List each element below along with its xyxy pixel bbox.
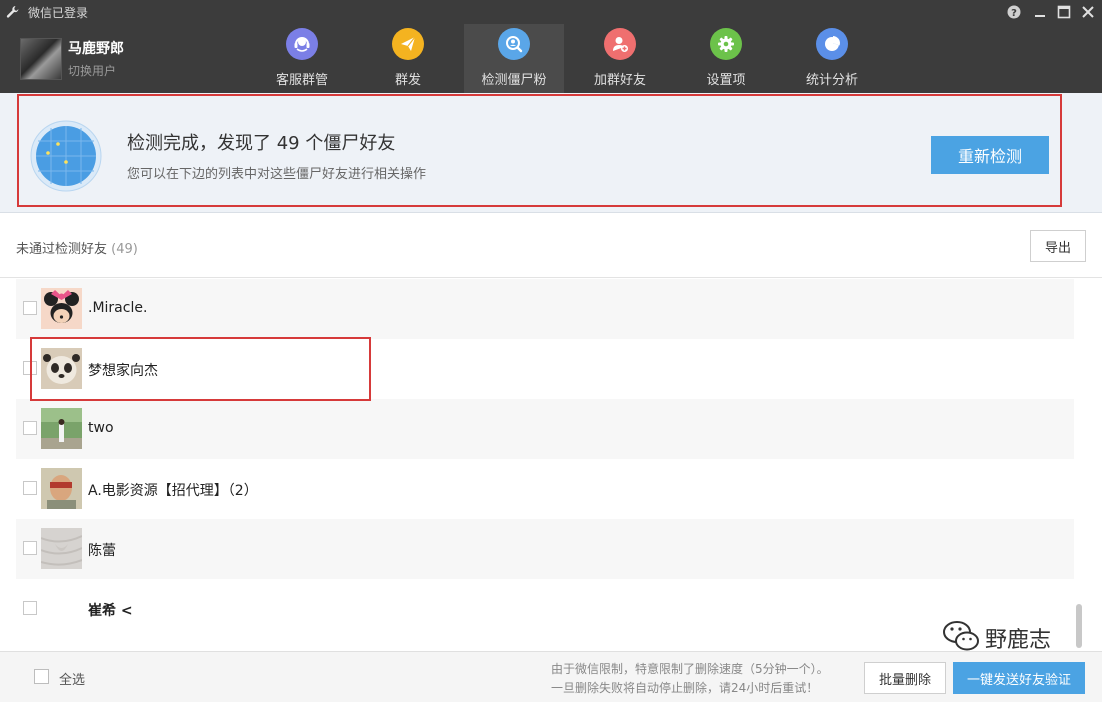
tab-detect-zombie[interactable]: 检测僵尸粉 — [464, 24, 564, 93]
maximize-button[interactable] — [1056, 4, 1072, 20]
paper-plane-icon — [392, 28, 424, 60]
list-count: (49) — [111, 242, 138, 257]
list-item[interactable]: two — [16, 399, 1074, 459]
highlight-frame — [30, 337, 371, 401]
friend-name: 陈蕾 — [88, 543, 116, 559]
row-checkbox[interactable] — [23, 301, 37, 315]
row-checkbox[interactable] — [23, 541, 37, 555]
friend-list[interactable]: .Miracle. 梦想家向杰 two A.电影资源【招代理】（2） 陈蕾 崔希… — [16, 279, 1074, 624]
send-verification-button[interactable]: 一键发送好友验证 — [953, 662, 1085, 694]
tab-statistics[interactable]: 统计分析 — [782, 24, 882, 93]
tab-mass-send[interactable]: 群发 — [358, 24, 458, 93]
current-user: 马鹿野郎 切换用户 — [20, 38, 180, 82]
list-item[interactable]: A.电影资源【招代理】（2） — [16, 459, 1074, 519]
batch-delete-button[interactable]: 批量删除 — [864, 662, 946, 694]
search-user-icon — [498, 28, 530, 60]
svg-text:?: ? — [1011, 8, 1017, 19]
row-checkbox[interactable] — [23, 421, 37, 435]
list-title: 未通过检测好友 (49) — [16, 238, 138, 257]
row-checkbox[interactable] — [23, 601, 37, 615]
tab-label: 检测僵尸粉 — [481, 73, 547, 88]
highlight-frame — [17, 94, 1062, 207]
title-bar: 微信已登录 ? — [0, 0, 1102, 24]
pie-chart-icon — [816, 28, 848, 60]
tab-label: 设置项 — [706, 73, 746, 88]
export-button[interactable]: 导出 — [1030, 230, 1086, 262]
window-title: 微信已登录 — [28, 6, 89, 20]
gear-icon — [710, 28, 742, 60]
maximize-icon — [1057, 5, 1071, 19]
fabric-avatar — [41, 528, 82, 569]
close-icon — [1082, 6, 1094, 18]
tab-add-group-friends[interactable]: 加群好友 — [570, 24, 670, 93]
select-all-label[interactable]: 全选 — [59, 669, 85, 688]
wrench-icon — [6, 6, 19, 18]
tab-label: 加群好友 — [593, 73, 646, 88]
friend-name: 崔希 < — [88, 603, 133, 619]
select-all-checkbox[interactable] — [34, 669, 49, 684]
user-avatar — [20, 38, 62, 80]
minimize-button[interactable] — [1032, 4, 1048, 20]
app-header: 微信已登录 ? 马鹿野郎 切换用户 客服群管 群发 检测僵尸粉 加群好友 设置项… — [0, 0, 1102, 93]
friend-name: A.电影资源【招代理】（2） — [88, 483, 258, 499]
minnie-mouse-avatar — [41, 288, 82, 329]
switch-user-link[interactable]: 切换用户 — [68, 62, 116, 79]
footer-bar: 全选 由于微信限制，特意限制了删除速度（5分钟一个）。 一旦删除失败将自动停止删… — [0, 651, 1102, 702]
list-item[interactable]: 崔希 < — [16, 579, 1074, 624]
help-icon: ? — [1007, 5, 1021, 19]
tab-label: 群发 — [394, 73, 421, 88]
watermark-text: 野鹿志 — [985, 628, 1052, 653]
limit-note: 由于微信限制，特意限制了删除速度（5分钟一个）。 — [551, 662, 829, 676]
tab-label: 客服群管 — [275, 73, 328, 88]
blank-avatar — [41, 588, 82, 624]
outdoor-photo-avatar — [41, 408, 82, 449]
watermark: 野鹿志 — [940, 614, 1080, 656]
row-checkbox[interactable] — [23, 481, 37, 495]
user-name: 马鹿野郎 — [68, 41, 124, 57]
headset-icon — [286, 28, 318, 60]
tab-label: 统计分析 — [805, 73, 858, 88]
close-button[interactable] — [1080, 4, 1096, 20]
friend-name: two — [88, 420, 114, 436]
help-button[interactable]: ? — [1006, 4, 1022, 20]
add-user-icon — [604, 28, 636, 60]
friend-name: .Miracle. — [88, 300, 148, 316]
tab-settings[interactable]: 设置项 — [676, 24, 776, 93]
list-title-text: 未通过检测好友 — [16, 242, 108, 257]
person-photo-avatar — [41, 468, 82, 509]
list-item[interactable]: 陈蕾 — [16, 519, 1074, 579]
tab-customer-service[interactable]: 客服群管 — [252, 24, 352, 93]
detection-result-banner: 检测完成，发现了 49 个僵尸好友 您可以在下边的列表中对这些僵尸好友进行相关操… — [0, 93, 1102, 213]
list-item[interactable]: .Miracle. — [16, 279, 1074, 339]
list-header: 未通过检测好友 (49) 导出 — [0, 214, 1102, 278]
minimize-icon — [1035, 15, 1045, 17]
retry-note: 一旦删除失败将自动停止删除，请24小时后重试！ — [551, 681, 819, 695]
